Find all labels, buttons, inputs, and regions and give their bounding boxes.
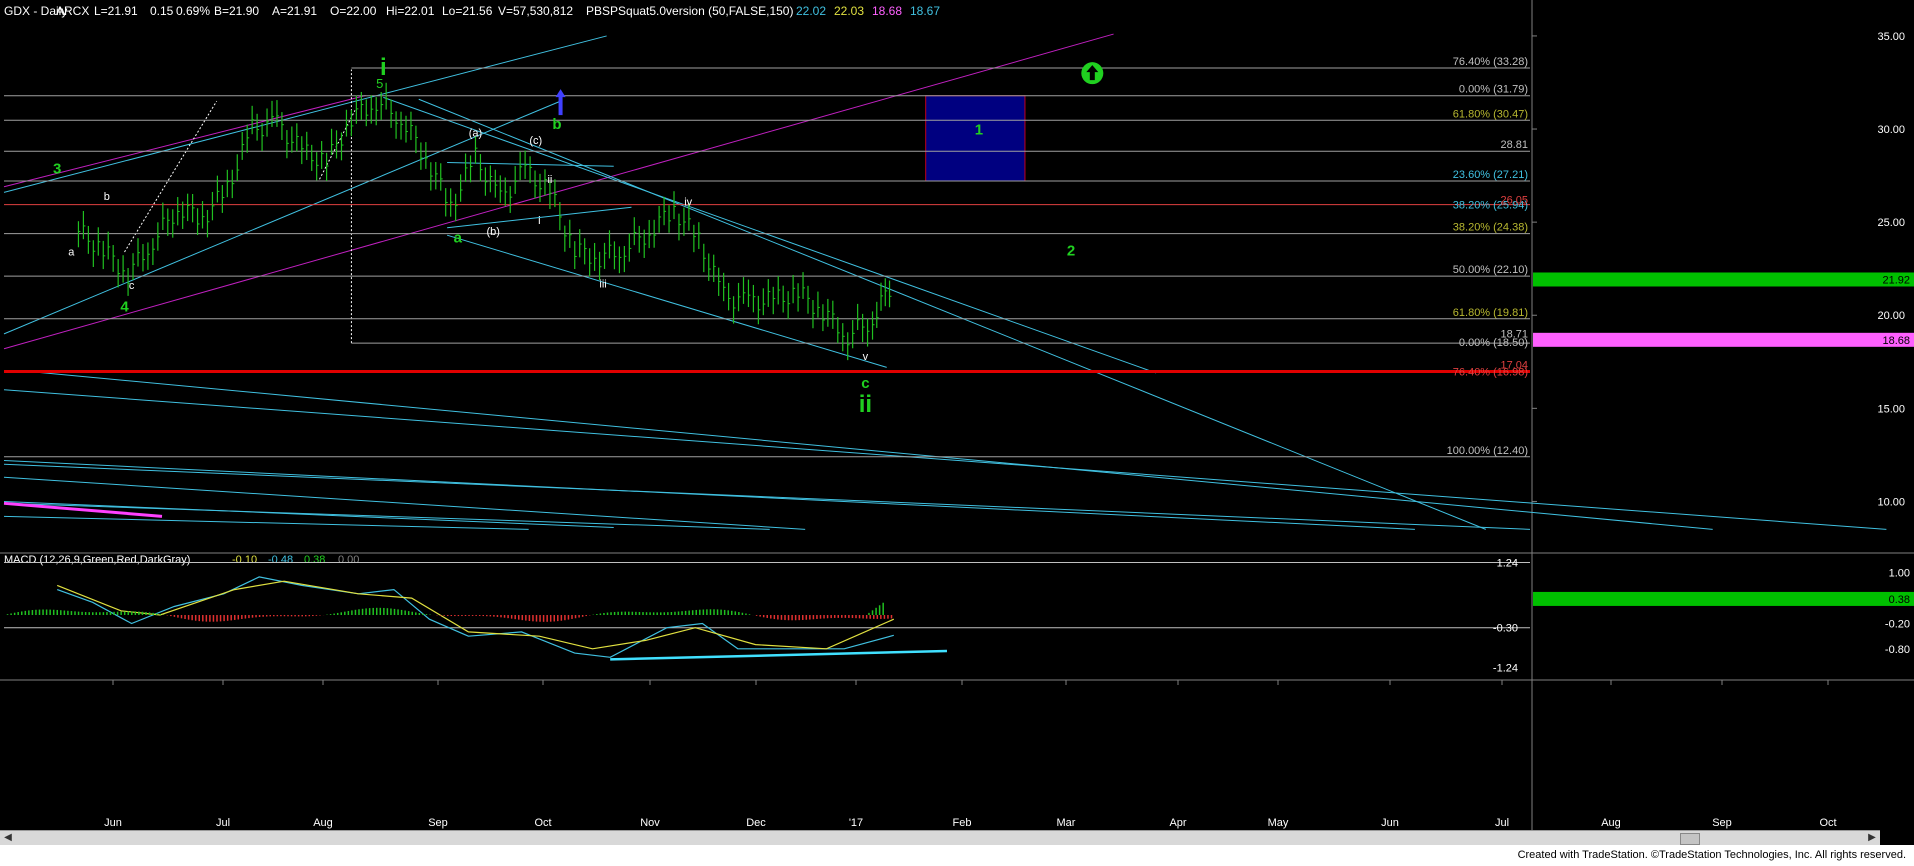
header-study-value: 18.67: [910, 4, 940, 18]
wave-label: (a): [469, 127, 482, 139]
x-tick-label: Apr: [1169, 817, 1186, 829]
wave-label: v: [863, 351, 869, 363]
x-tick-label: Aug: [1601, 817, 1621, 829]
header-bid: B=21.90: [214, 4, 259, 18]
x-tick-label: Dec: [746, 817, 766, 829]
macd-y-tick-label: 1.00: [1889, 568, 1910, 580]
y-tick-label: 20.00: [1877, 310, 1905, 322]
wave-label: b: [552, 116, 561, 133]
header-volume: V=57,530,812: [498, 4, 573, 18]
wave-label: c: [129, 280, 135, 292]
y-tick-label: 30.00: [1877, 124, 1905, 136]
x-tick-label: Mar: [1057, 817, 1076, 829]
x-tick-label: '17: [849, 817, 863, 829]
header-open: O=22.00: [330, 4, 377, 18]
fib-level-label: 100.00% (12.40): [1447, 445, 1528, 457]
x-tick-label: Jul: [1495, 817, 1509, 829]
header-low: Lo=21.56: [442, 4, 493, 18]
wave-label: 2: [1067, 243, 1075, 260]
fib-level-label: 38.20% (24.38): [1453, 222, 1528, 234]
macd-tag-box: [1533, 591, 1914, 606]
tradestation-chart: 35.0030.0025.0020.0015.0010.0076.40% (33…: [0, 0, 1914, 866]
header-study-value: 22.02: [796, 4, 826, 18]
x-tick-label: Sep: [1712, 817, 1732, 829]
macd-value: 0.38: [304, 554, 325, 566]
fib-level-label: 0.00% (18.50): [1459, 337, 1528, 349]
scroll-right-arrow-icon[interactable]: ▶: [1866, 832, 1878, 844]
macd-y-tick-label: -1.24: [1493, 662, 1518, 674]
macd-y-tick-label: -0.20: [1885, 618, 1910, 630]
y-tick-label: 10.00: [1877, 496, 1905, 508]
wave-label: (b): [486, 226, 499, 238]
wave-label: i: [538, 215, 540, 227]
header-last: L=21.91: [94, 4, 138, 18]
y-tick-label: 25.00: [1877, 217, 1905, 229]
wave-label: iv: [684, 196, 692, 208]
macd-title: MACD (12,26,9,Green,Red,DarkGray): [4, 554, 190, 566]
y-tick-label: 35.00: [1877, 31, 1905, 43]
price-tag-box: [1533, 272, 1914, 287]
up-arrow-marker-icon: [1081, 62, 1104, 85]
wave-label: 3: [53, 161, 61, 178]
fib-level-label: 76.40% (33.28): [1453, 56, 1528, 68]
scroll-thumb[interactable]: [1680, 833, 1700, 845]
header-percent: 0.69%: [176, 4, 210, 18]
x-tick-label: Oct: [534, 817, 551, 829]
wave-label: (c): [529, 135, 542, 147]
horizontal-scrollbar[interactable]: ◀ ▶: [0, 830, 1880, 846]
x-tick-label: Aug: [313, 817, 333, 829]
wave-label: ii: [547, 174, 552, 186]
fib-level-label: 26.05: [1500, 195, 1528, 207]
macd-value: -0.10: [232, 554, 257, 566]
wave-label: 1: [975, 122, 983, 139]
price-tag-box: [1533, 332, 1914, 347]
header-exchange: ARCX: [56, 4, 89, 18]
wave-label: a: [454, 230, 463, 247]
price-tag-label: 21.92: [1882, 274, 1910, 286]
x-tick-label: Sep: [428, 817, 448, 829]
x-tick-label: Jun: [1381, 817, 1399, 829]
footer-credit: Created with TradeStation. ©TradeStation…: [1517, 849, 1906, 861]
price-tag-label: 18.68: [1882, 335, 1910, 347]
header-change: 0.15: [150, 4, 174, 18]
fib-level-label: 50.00% (22.10): [1453, 264, 1528, 276]
macd-y-tick-label: 1.24: [1497, 558, 1518, 570]
wave-label: a: [68, 247, 75, 259]
wave-label: 4: [120, 299, 129, 316]
fib-level-label: 61.80% (30.47): [1453, 108, 1528, 120]
wave-label: ii: [859, 391, 872, 418]
header-study-value: 22.03: [834, 4, 864, 18]
fib-level-label: 76.40% (16.98): [1453, 366, 1528, 378]
x-tick-label: Nov: [640, 817, 660, 829]
header-study-value: 18.68: [872, 4, 902, 18]
wave-label: b: [104, 191, 110, 203]
x-tick-label: May: [1268, 817, 1289, 829]
scroll-left-arrow-icon[interactable]: ◀: [2, 832, 14, 844]
x-tick-label: Jun: [104, 817, 122, 829]
wave-label: c: [861, 375, 869, 392]
wave-label: 5: [376, 76, 383, 91]
footer: Created with TradeStation. ©TradeStation…: [0, 845, 1914, 866]
x-tick-label: Jul: [216, 817, 230, 829]
macd-tag-label: 0.38: [1889, 594, 1910, 606]
fib-level-label: 23.60% (27.21): [1453, 169, 1528, 181]
fib-level-label: 28.81: [1500, 139, 1528, 151]
macd-y-tick-label: -0.80: [1885, 644, 1910, 656]
header-study: PBSPSquat5.0version (50,FALSE,150): [586, 4, 793, 18]
blue-arrow-marker-icon: [558, 95, 563, 116]
header-high: Hi=22.01: [386, 4, 435, 18]
fib-level-label: 61.80% (19.81): [1453, 307, 1528, 319]
x-tick-label: Feb: [953, 817, 972, 829]
x-tick-label: Oct: [1819, 817, 1836, 829]
header-ask: A=21.91: [272, 4, 317, 18]
macd-value: 0.00: [338, 554, 359, 566]
wave-label: iii: [599, 278, 606, 290]
y-tick-label: 15.00: [1877, 403, 1905, 415]
fib-level-label: 0.00% (31.79): [1459, 84, 1528, 96]
macd-value: -0.48: [268, 554, 293, 566]
macd-y-tick-label: -0.30: [1493, 623, 1518, 635]
